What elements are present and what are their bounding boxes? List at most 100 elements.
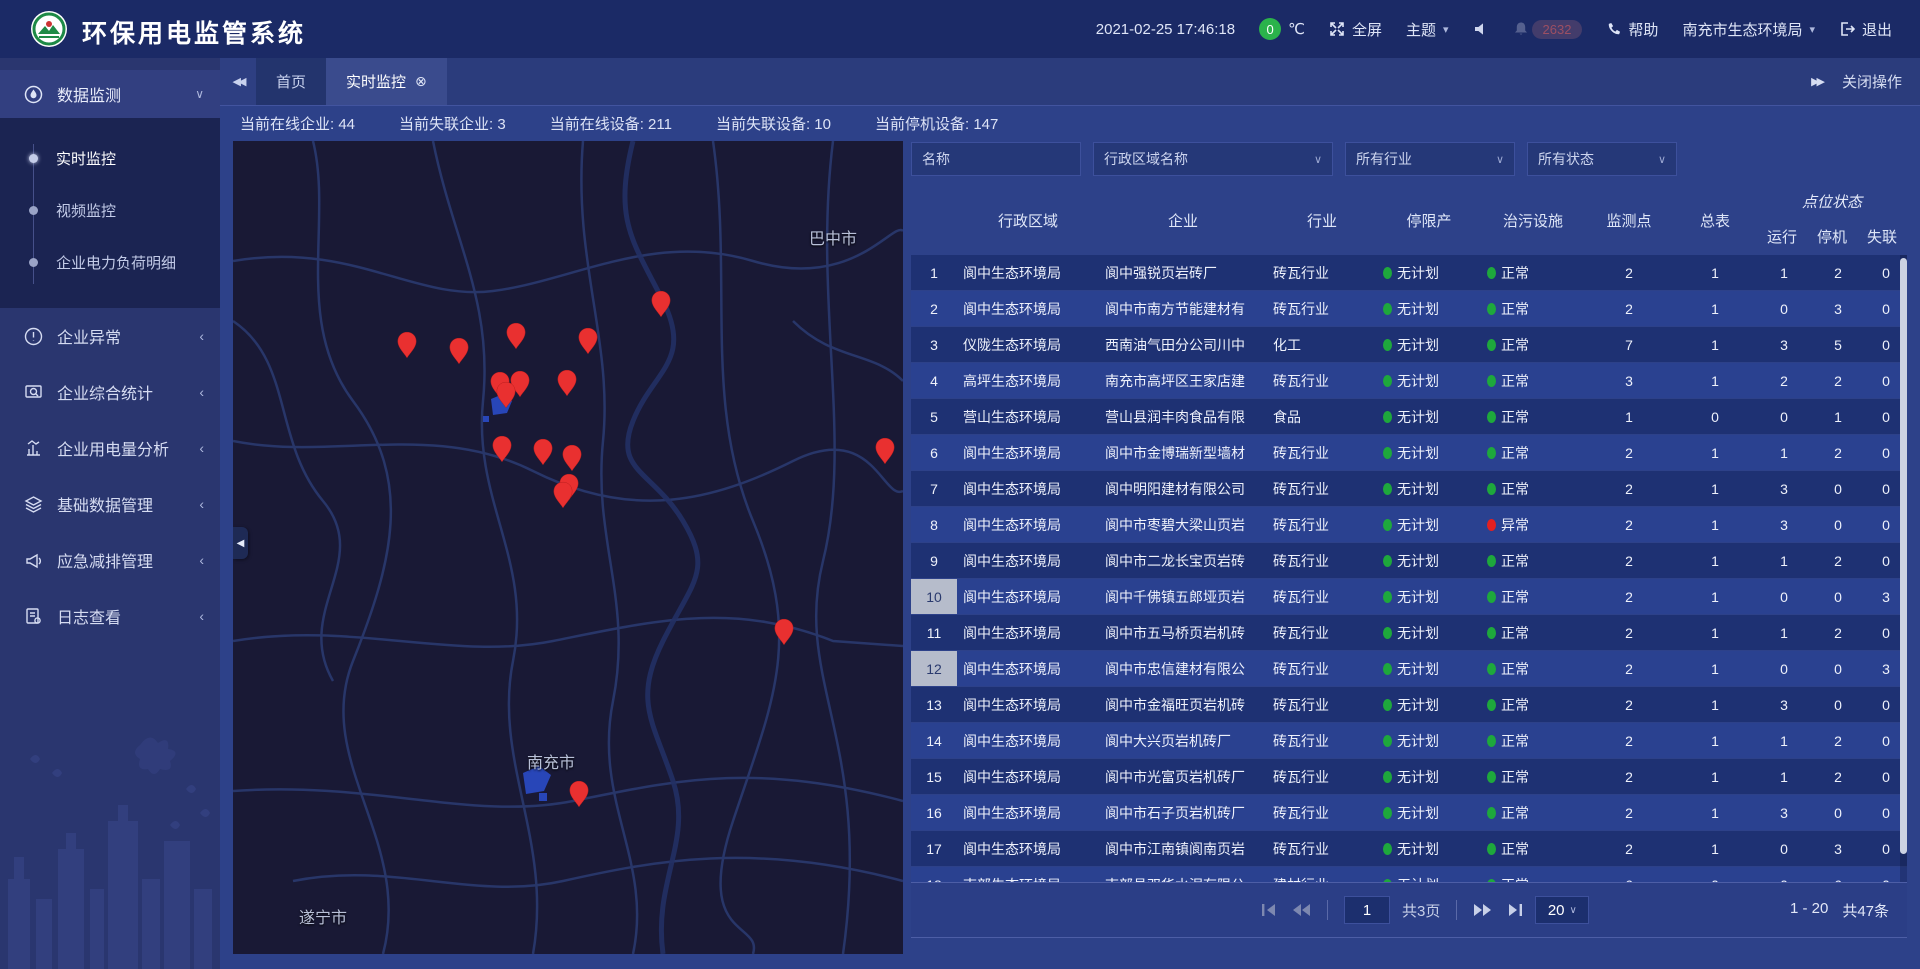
org-menu-button[interactable]: 南充市生态环境局 ▾ <box>1682 19 1815 40</box>
row-index: 17 <box>911 831 957 866</box>
last-page-button[interactable] <box>1505 903 1523 917</box>
table-row[interactable]: 5营山生态环境局营山县润丰肉食品有限食品无计划正常10010 <box>911 399 1907 435</box>
table-row[interactable]: 17阆中生态环境局阆中市江南镇阆南页岩砖瓦行业无计划正常21030 <box>911 831 1907 867</box>
region-filter-select[interactable]: 行政区域名称 ∨ <box>1093 142 1333 176</box>
cell-facility-status: 正常 <box>1481 615 1585 651</box>
prev-page-button[interactable] <box>1291 903 1311 917</box>
limit-status-label: 无计划 <box>1397 839 1439 859</box>
table-row[interactable]: 16阆中生态环境局阆中市石子页岩机砖厂砖瓦行业无计划正常21300 <box>911 795 1907 831</box>
cell-meter-count: 1 <box>1673 831 1757 867</box>
map-pin[interactable] <box>448 337 470 365</box>
close-operations-button[interactable]: 关闭操作 <box>1842 71 1902 92</box>
map-pin[interactable] <box>561 444 583 472</box>
map-pin[interactable] <box>773 618 795 646</box>
column-header-index <box>911 185 957 255</box>
sidebar-item-layers[interactable]: 基础数据管理‹ <box>0 476 220 532</box>
table-row[interactable]: 7阆中生态环境局阆中明阳建材有限公司砖瓦行业无计划正常21300 <box>911 471 1907 507</box>
industry-filter-select[interactable]: 所有行业 ∨ <box>1345 142 1515 176</box>
theme-button[interactable]: 主题 ▾ <box>1406 19 1449 40</box>
table-row[interactable]: 4高坪生态环境局南充市高坪区王家店建砖瓦行业无计划正常31220 <box>911 363 1907 399</box>
row-index-cell: 5 <box>911 399 957 435</box>
sidebar-item-log-file[interactable]: 日志查看‹ <box>0 588 220 644</box>
table-row[interactable]: 9阆中生态环境局阆中市二龙长宝页岩砖砖瓦行业无计划正常21120 <box>911 543 1907 579</box>
map-panel[interactable]: 巴中市南充市遂宁市◀ <box>233 141 903 954</box>
status-dot-icon <box>1487 483 1496 495</box>
cell-region: 阆中生态环境局 <box>957 615 1099 651</box>
tabs-scroll-left-button[interactable]: ◀◀ <box>220 58 256 105</box>
sound-button[interactable] <box>1473 21 1489 37</box>
notifications-button[interactable]: 2632 <box>1513 20 1583 39</box>
sidebar-item-label: 日志查看 <box>57 604 121 628</box>
page-number-input[interactable] <box>1344 896 1390 924</box>
logout-button[interactable]: 退出 <box>1839 19 1892 40</box>
sidebar-subitem-link[interactable]: 视频监控 <box>0 184 220 236</box>
limit-status-label: 无计划 <box>1397 767 1439 787</box>
table-row[interactable]: 6阆中生态环境局阆中市金博瑞新型墙材砖瓦行业无计划正常21120 <box>911 435 1907 471</box>
cell-running-count: 3 <box>1757 687 1811 723</box>
map-pin[interactable] <box>396 331 418 359</box>
table-row[interactable]: 14阆中生态环境局阆中大兴页岩机砖厂砖瓦行业无计划正常21120 <box>911 723 1907 759</box>
table-row[interactable]: 8阆中生态环境局阆中市枣碧大梁山页岩砖瓦行业无计划异常21300 <box>911 507 1907 543</box>
table-row[interactable]: 13阆中生态环境局阆中市金福旺页岩机砖砖瓦行业无计划正常21300 <box>911 687 1907 723</box>
next-page-button[interactable] <box>1473 903 1493 917</box>
column-header-停限产: 停限产 <box>1377 185 1481 255</box>
sidebar-item-megaphone[interactable]: 应急减排管理‹ <box>0 532 220 588</box>
sidebar-section-data-monitoring[interactable]: 数据监测 ∨ <box>0 70 220 118</box>
status-dot-icon <box>1383 447 1392 459</box>
cell-running-count: 1 <box>1757 435 1811 471</box>
name-filter-input[interactable]: 名称 <box>911 142 1081 176</box>
pager-divider <box>1456 900 1457 920</box>
map-collapse-handle[interactable]: ◀ <box>233 527 248 559</box>
table-row[interactable]: 3仪陇生态环境局西南油气田分公司川中化工无计划正常71350 <box>911 327 1907 363</box>
status-dot-icon <box>1383 339 1392 351</box>
cell-running-count: 0 <box>1757 291 1811 327</box>
map-pin[interactable] <box>552 481 574 509</box>
map-pin[interactable] <box>532 438 554 466</box>
sidebar-item-stats-doc[interactable]: 企业综合统计‹ <box>0 364 220 420</box>
cell-limit-status: 无计划 <box>1377 723 1481 759</box>
row-index-cell: 12 <box>911 651 957 687</box>
sidebar-subitem-active[interactable]: 实时监控 <box>0 132 220 184</box>
sidebar-item-alert-circle[interactable]: 企业异常‹ <box>0 308 220 364</box>
table-scrollbar[interactable] <box>1900 255 1907 882</box>
map-pin[interactable] <box>568 780 590 808</box>
chevron-left-icon: ‹ <box>199 496 204 512</box>
table-row[interactable]: 2阆中生态环境局阆中市南方节能建材有砖瓦行业无计划正常21030 <box>911 291 1907 327</box>
status-dot-icon <box>1487 303 1496 315</box>
cell-running-count: 0 <box>1757 399 1811 435</box>
cell-stopped-count: 0 <box>1811 795 1865 831</box>
tab-close-icon[interactable]: ⊗ <box>415 73 427 90</box>
page-size-select[interactable]: 20 ∨ <box>1535 896 1589 924</box>
map-pin[interactable] <box>874 437 896 465</box>
cell-meter-count: 1 <box>1673 255 1757 291</box>
sidebar-item-label: 企业综合统计 <box>57 380 153 404</box>
table-row[interactable]: 12阆中生态环境局阆中市忠信建材有限公砖瓦行业无计划正常21003 <box>911 651 1907 687</box>
status-filter-select[interactable]: 所有状态 ∨ <box>1527 142 1677 176</box>
first-page-button[interactable] <box>1261 903 1279 917</box>
map-pin[interactable] <box>577 327 599 355</box>
tab-首页[interactable]: 首页 <box>256 58 326 105</box>
map-pin[interactable] <box>491 435 513 463</box>
table-row[interactable]: 15阆中生态环境局阆中市光富页岩机砖厂砖瓦行业无计划正常21120 <box>911 759 1907 795</box>
chevron-down-icon: ▾ <box>1443 23 1449 36</box>
scrollbar-thumb[interactable] <box>1900 258 1907 854</box>
fullscreen-button[interactable]: 全屏 <box>1329 19 1382 40</box>
map-pin[interactable] <box>495 381 517 409</box>
map-pin[interactable] <box>650 290 672 318</box>
cell-industry: 砖瓦行业 <box>1267 795 1377 831</box>
tab-实时监控[interactable]: 实时监控⊗ <box>326 58 447 105</box>
stat-当前停机设备: 当前停机设备: 147 <box>875 113 998 134</box>
help-button[interactable]: 帮助 <box>1606 19 1658 40</box>
table-row[interactable]: 10阆中生态环境局阆中千佛镇五郎垭页岩砖瓦行业无计划正常21003 <box>911 579 1907 615</box>
map-pin[interactable] <box>556 369 578 397</box>
table-row[interactable]: 1阆中生态环境局阆中强锐页岩砖厂砖瓦行业无计划正常21120 <box>911 255 1907 291</box>
table-row[interactable]: 11阆中生态环境局阆中市五马桥页岩机砖砖瓦行业无计划正常21120 <box>911 615 1907 651</box>
table-row[interactable]: 18南部生态环境局南部县双华水泥有限公建材行业无计划正常60060 <box>911 867 1907 882</box>
facility-status-label: 异常 <box>1501 515 1529 535</box>
main-area: ◀◀ 首页实时监控⊗ ▶▶ 关闭操作 当前在线企业: 44当前失联企业: 3当前… <box>220 58 1920 969</box>
tabs-scroll-right-button[interactable]: ▶▶ <box>1811 75 1822 88</box>
chevron-down-icon: ∨ <box>195 87 204 101</box>
sidebar-subitem-link[interactable]: 企业电力负荷明细 <box>0 236 220 288</box>
map-pin[interactable] <box>505 322 527 350</box>
sidebar-item-bar-chart[interactable]: 企业用电量分析‹ <box>0 420 220 476</box>
